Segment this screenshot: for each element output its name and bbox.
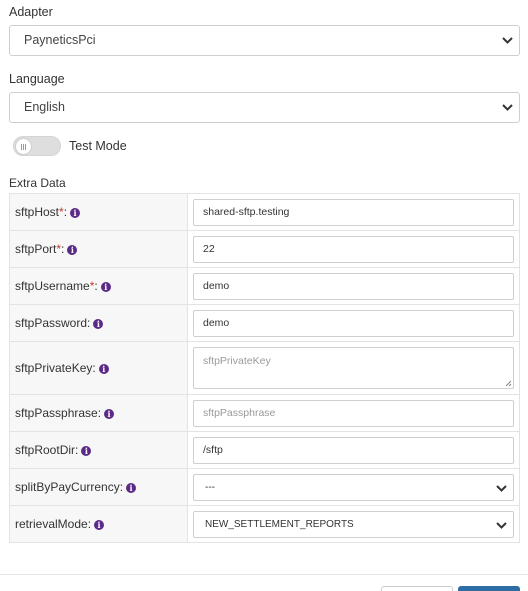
info-icon[interactable]: i <box>93 319 104 329</box>
save-button[interactable] <box>458 586 520 591</box>
adapter-label: Adapter <box>9 5 53 19</box>
field-key: sftpUsername <box>15 279 90 293</box>
splitByPayCurrency-select[interactable]: --- <box>193 473 514 501</box>
sftpUsername-input[interactable]: demo <box>193 272 514 300</box>
language-select-value: English <box>24 100 65 114</box>
input-text: sftpPassphrase <box>203 406 276 419</box>
extra-data-row: sftpPassphrase: i sftpPassphrase <box>9 394 520 432</box>
field-label: splitByPayCurrency: i <box>9 468 188 506</box>
extra-data-label: Extra Data <box>9 176 66 190</box>
field-key: sftpRootDir <box>15 443 76 457</box>
sftpPassphrase-input[interactable]: sftpPassphrase <box>193 399 514 427</box>
input-text: demo <box>203 279 230 292</box>
info-icon[interactable]: i <box>98 364 109 374</box>
sftpPassword-input[interactable]: demo <box>193 309 514 337</box>
input-text: demo <box>203 316 230 329</box>
info-icon[interactable]: i <box>67 245 78 255</box>
footer-divider <box>0 574 528 575</box>
resize-handle-icon[interactable] <box>505 380 512 387</box>
info-icon[interactable]: i <box>100 282 111 292</box>
field-label: sftpPassphrase: i <box>9 394 188 432</box>
select-value: --- <box>205 481 215 493</box>
field-label: sftpUsername*: i <box>9 267 188 305</box>
textarea-placeholder: sftpPrivateKey <box>203 355 271 367</box>
test-mode-label: Test Mode <box>69 139 127 153</box>
extra-data-row: retrievalMode: i NEW_SETTLEMENT_REPORTS <box>9 505 520 543</box>
test-mode-toggle[interactable] <box>13 136 61 156</box>
field-label: retrievalMode: i <box>9 505 188 543</box>
field-key: splitByPayCurrency <box>15 480 120 494</box>
toggle-knob <box>15 138 32 155</box>
info-icon[interactable]: i <box>70 208 81 218</box>
field-key: sftpPassword <box>15 316 88 330</box>
extra-data-row: sftpPrivateKey: i sftpPrivateKey <box>9 341 520 395</box>
cancel-button[interactable] <box>381 586 453 591</box>
select-value: NEW_SETTLEMENT_REPORTS <box>205 518 354 530</box>
field-label: sftpPort*: i <box>9 230 188 268</box>
chevron-down-icon <box>496 521 507 529</box>
input-text: shared-sftp.testing <box>203 205 290 218</box>
extra-data-row: sftpRootDir: i/sftp <box>9 431 520 469</box>
sftpPrivateKey-textarea[interactable]: sftpPrivateKey <box>193 347 514 389</box>
adapter-select[interactable]: PayneticsPci <box>9 25 520 56</box>
extra-data-row: sftpUsername*: i demo <box>9 267 520 305</box>
extra-data-row: sftpPassword: i demo <box>9 304 520 342</box>
sftpRootDir-input[interactable]: /sftp <box>193 436 514 464</box>
sftpPort-input[interactable]: 22 <box>193 235 514 263</box>
info-icon[interactable]: i <box>94 520 105 530</box>
chevron-down-icon <box>502 104 513 111</box>
sftpHost-input[interactable]: shared-sftp.testing <box>193 198 514 226</box>
input-text: 22 <box>203 242 215 255</box>
retrievalMode-select[interactable]: NEW_SETTLEMENT_REPORTS <box>193 510 514 538</box>
info-icon[interactable]: i <box>81 446 92 456</box>
field-key: sftpPort <box>15 242 57 256</box>
field-label: sftpHost*: i <box>9 193 188 231</box>
chevron-down-icon <box>496 484 507 492</box>
extra-data-row: splitByPayCurrency: i --- <box>9 468 520 506</box>
extra-data-table: sftpHost*: i shared-sftp.testing sftpPort*:… <box>9 193 520 543</box>
info-icon[interactable]: i <box>126 483 137 493</box>
adapter-select-value: PayneticsPci <box>24 33 96 47</box>
extra-data-row: sftpPort*: i 22 <box>9 230 520 268</box>
input-text: /sftp <box>203 443 223 456</box>
field-key: retrievalMode <box>15 517 88 531</box>
field-label: sftpRootDir: i <box>9 431 188 469</box>
language-label: Language <box>9 72 65 86</box>
field-key: sftpPrivateKey <box>15 361 93 375</box>
field-key: sftpPassphrase <box>15 406 98 420</box>
field-label: sftpPassword: i <box>9 304 188 342</box>
field-label: sftpPrivateKey: i <box>9 341 188 395</box>
field-key: sftpHost <box>15 205 60 219</box>
language-select[interactable]: English <box>9 92 520 123</box>
info-icon[interactable]: i <box>104 409 115 419</box>
extra-data-row: sftpHost*: i shared-sftp.testing <box>9 193 520 231</box>
chevron-down-icon <box>502 37 513 44</box>
